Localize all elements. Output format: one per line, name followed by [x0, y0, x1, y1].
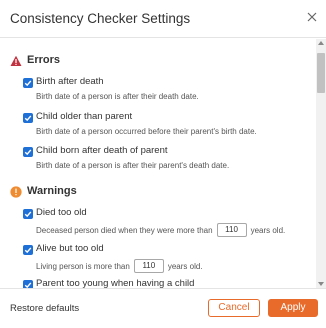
rule-description-text: Birth date of a person is after their pa…: [36, 161, 230, 170]
dialog-footer: Restore defaults Cancel Apply: [0, 288, 326, 328]
dialog-title: Consistency Checker Settings: [10, 11, 191, 26]
scroll-thumb[interactable]: [317, 53, 325, 93]
rule-description: Birth date of a person is after their pa…: [36, 161, 229, 170]
rule-description: Birth date of a person occurred before t…: [36, 127, 257, 136]
rule-description: Living person is more than 110 years old…: [36, 259, 203, 273]
rule-checkbox[interactable]: [23, 280, 33, 288]
rule-description-text: Birth date of a person occurred before t…: [36, 127, 257, 136]
cancel-button[interactable]: Cancel: [208, 299, 260, 317]
warnings-section-title: Warnings: [27, 185, 77, 197]
rule-description-after: years old.: [250, 225, 286, 235]
max-age-input[interactable]: 110: [216, 223, 247, 237]
close-icon[interactable]: [304, 9, 320, 25]
errors-section-header: Errors: [10, 53, 60, 67]
dialog-body[interactable]: Errors Birth after death Birth date of a…: [0, 39, 326, 288]
scroll-down-arrow-icon[interactable]: [318, 282, 324, 286]
rule-label: Birth after death: [36, 76, 104, 87]
rule-label: Child older than parent: [36, 111, 133, 122]
dialog-header: Consistency Checker Settings: [0, 0, 326, 38]
rule-label: Child born after death of parent: [36, 145, 168, 156]
rule-checkbox[interactable]: [23, 209, 33, 219]
rule-checkbox[interactable]: [23, 113, 33, 123]
warning-circle-icon: [10, 185, 22, 198]
rule-description-text: Birth date of a person is after their de…: [36, 92, 199, 101]
rule-label: Alive but too old: [36, 243, 104, 254]
errors-section-title: Errors: [27, 54, 61, 66]
rule-label: Died too old: [36, 207, 87, 218]
scroll-up-arrow-icon[interactable]: [318, 41, 324, 45]
apply-button[interactable]: Apply: [268, 299, 318, 317]
scrollbar[interactable]: [316, 39, 326, 288]
rule-description-before: Living person is more than: [36, 261, 130, 271]
rule-checkbox[interactable]: [23, 78, 33, 88]
rule-description: Birth date of a person is after their de…: [36, 92, 199, 101]
rule-description-before: Deceased person died when they were more…: [36, 225, 213, 235]
max-age-input[interactable]: 110: [133, 259, 164, 273]
restore-defaults-button[interactable]: Restore defaults: [10, 303, 79, 314]
rule-label: Parent too young when having a child: [36, 278, 195, 288]
rule-checkbox[interactable]: [23, 147, 33, 157]
rule-checkbox[interactable]: [23, 245, 33, 255]
error-triangle-icon: [10, 54, 22, 66]
rule-description: Deceased person died when they were more…: [36, 223, 285, 237]
warnings-section-header: Warnings: [10, 184, 77, 198]
rule-description-after: years old.: [167, 261, 203, 271]
consistency-checker-dialog: Consistency Checker Settings Errors Birt…: [0, 0, 326, 328]
